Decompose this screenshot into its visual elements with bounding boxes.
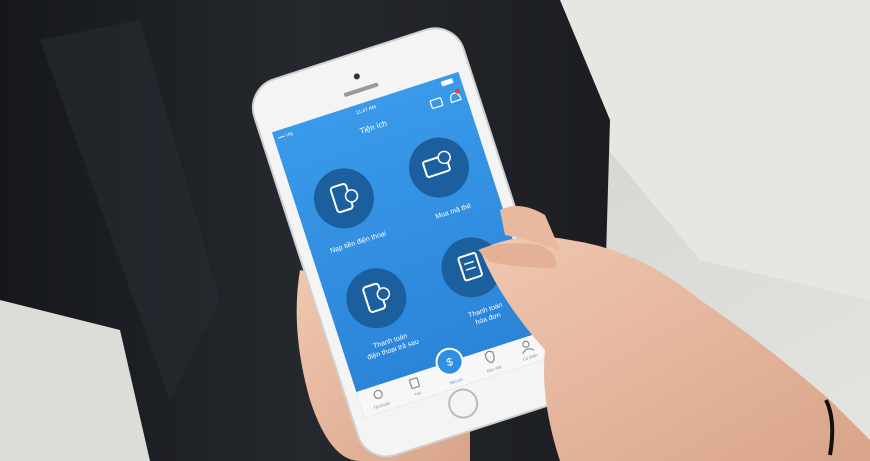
scene-svg: •••• VN 11:47 AM Tiện ích Nạp tiền điện … (0, 0, 870, 461)
photo-scene: •••• VN 11:47 AM Tiện ích Nạp tiền điện … (0, 0, 870, 461)
